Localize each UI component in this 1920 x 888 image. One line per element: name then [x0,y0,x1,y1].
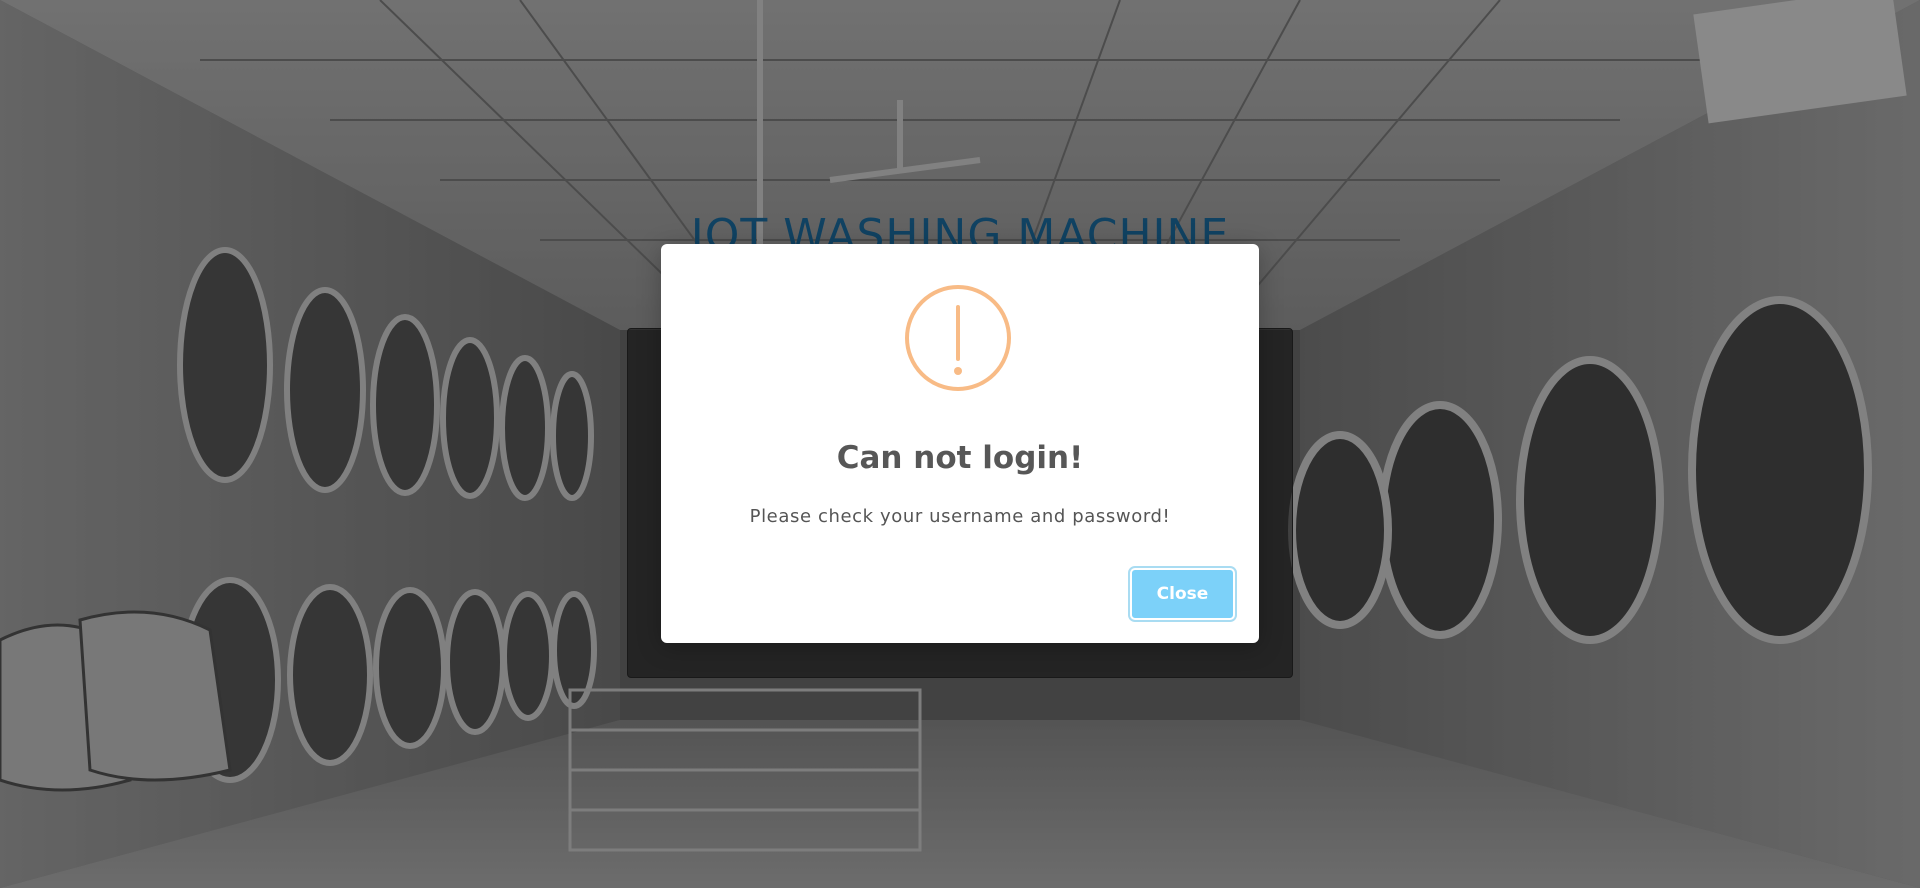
alert-modal: Can not login! Please check your usernam… [661,244,1259,643]
modal-message: Please check your username and password! [749,506,1171,527]
warning-icon [905,285,1011,391]
warning-icon-dot [954,367,962,375]
page: IOT WASHING MACHINE Can not login! Pleas… [0,0,1920,888]
warning-icon-bar [956,305,960,361]
close-button[interactable]: Close [1128,566,1237,622]
modal-title: Can not login! [836,440,1084,476]
